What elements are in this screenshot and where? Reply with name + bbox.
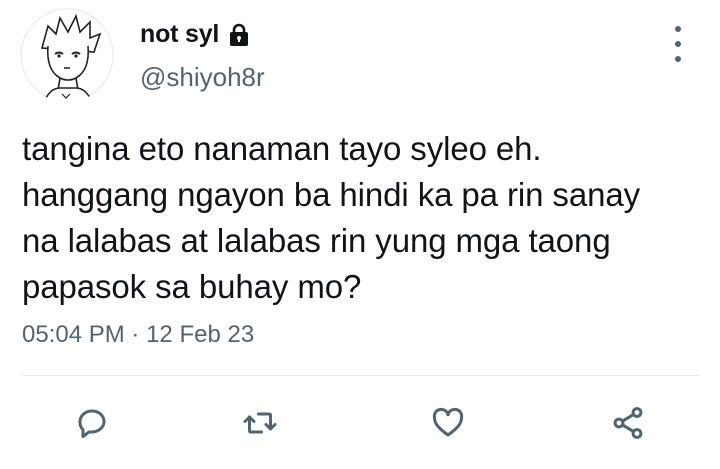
like-button[interactable] — [428, 403, 468, 443]
user-handle[interactable]: @shiyoh8r — [140, 62, 265, 93]
timestamp-separator: · — [131, 321, 140, 348]
share-icon — [613, 407, 643, 439]
avatar[interactable] — [20, 8, 114, 102]
reply-button[interactable] — [72, 403, 112, 443]
tweet-date: 12 Feb 23 — [146, 321, 255, 348]
more-dot — [675, 56, 681, 62]
more-dot — [675, 41, 681, 47]
share-button[interactable] — [608, 403, 648, 443]
user-name-row[interactable]: not syl — [140, 20, 252, 49]
lock-icon — [226, 22, 252, 48]
more-vertical-icon[interactable] — [666, 26, 690, 62]
retweet-icon — [243, 412, 277, 434]
avatar-illustration — [20, 8, 114, 102]
more-dot — [675, 26, 681, 32]
retweet-button[interactable] — [240, 403, 280, 443]
tweet-timestamp[interactable]: 05:04 PM · 12 Feb 23 — [22, 321, 254, 349]
tweet-text: tangina eto nanaman tayo syleo eh. hangg… — [22, 130, 640, 305]
divider — [22, 375, 700, 376]
tweet-time: 05:04 PM — [22, 321, 125, 348]
display-name[interactable]: not syl — [140, 20, 219, 49]
reply-icon — [78, 409, 106, 438]
heart-icon — [432, 407, 464, 437]
